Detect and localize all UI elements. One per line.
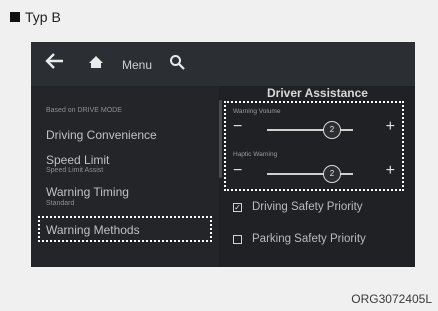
menu-item-warning-methods[interactable]: Warning Methods (46, 223, 140, 237)
haptic-warning-slider[interactable]: − 2 + (233, 163, 395, 183)
menu-item-label: Warning Timing (46, 185, 129, 199)
checkbox-unchecked-icon[interactable] (233, 234, 242, 244)
menu-item-sublabel: Speed Limit Assist (46, 167, 104, 174)
option-label: Driving Safety Priority (252, 201, 363, 213)
menu-item-sublabel: Standard (46, 200, 75, 207)
menu-item-label: Speed Limit (46, 153, 110, 167)
menu-item-speed-limit[interactable]: Speed Limit (46, 153, 109, 167)
menu-item-driving-convenience[interactable]: Driving Convenience (46, 128, 157, 142)
menu-button[interactable]: Menu (122, 58, 152, 72)
figure-reference-code: ORG3072405L (351, 292, 432, 306)
back-arrow-icon[interactable] (45, 52, 65, 74)
slider-knob[interactable]: 2 (323, 165, 341, 183)
slider-knob[interactable]: 2 (323, 121, 341, 139)
option-driving-safety-priority[interactable]: ✓ Driving Safety Priority (233, 201, 363, 213)
menu-item-label: Warning Methods (46, 223, 140, 237)
warning-volume-label: Warning Volume (233, 108, 281, 115)
minus-icon[interactable]: − (233, 119, 242, 135)
square-bullet-icon (10, 12, 20, 22)
menu-item-warning-timing[interactable]: Warning Timing (46, 185, 129, 199)
section-heading: Typ B (10, 9, 61, 25)
scrollbar[interactable] (219, 100, 222, 178)
panel-title: Driver Assistance (267, 86, 368, 100)
home-icon[interactable] (88, 55, 104, 74)
warning-volume-slider[interactable]: − 2 + (233, 119, 395, 139)
option-label: Parking Safety Priority (252, 233, 366, 245)
search-icon[interactable] (169, 54, 185, 75)
haptic-warning-label: Haptic Warning (233, 151, 278, 158)
option-parking-safety-priority[interactable]: Parking Safety Priority (233, 233, 366, 245)
minus-icon[interactable]: − (233, 163, 242, 179)
plus-icon[interactable]: + (386, 163, 395, 179)
section-title: Typ B (25, 9, 61, 25)
menu-item-label: Driving Convenience (46, 128, 157, 142)
checkbox-checked-icon[interactable]: ✓ (233, 202, 242, 212)
left-caption: Based on DRIVE MODE (46, 107, 122, 114)
plus-icon[interactable]: + (386, 119, 395, 135)
